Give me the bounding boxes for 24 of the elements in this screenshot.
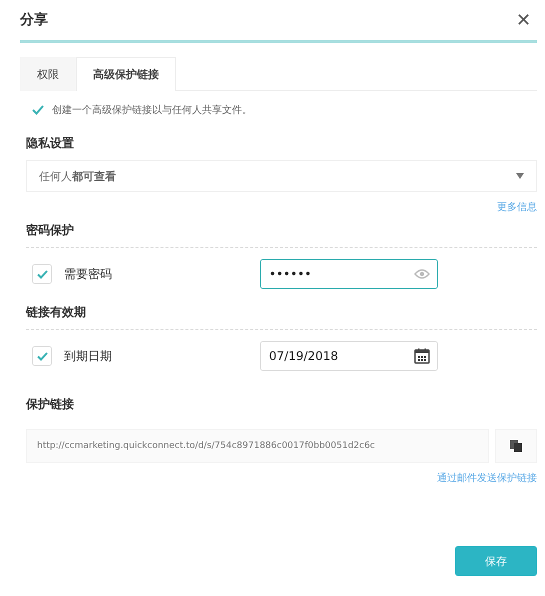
copy-icon	[509, 439, 523, 453]
check-icon	[36, 352, 48, 360]
section-heading: 隐私设置	[26, 135, 75, 152]
close-button[interactable]: ✕	[510, 9, 537, 31]
password-field[interactable]: ••••••	[260, 259, 438, 289]
dialog-title: 分享	[20, 11, 48, 29]
checkbox[interactable]	[32, 346, 52, 366]
checkbox-label: 需要密码	[64, 266, 113, 282]
section-heading: 密码保护	[26, 222, 537, 248]
calendar-icon[interactable]	[414, 348, 430, 364]
section-heading: 保护链接	[26, 396, 75, 413]
notice-text: 创建一个高级保护链接以与任何人共享文件。	[52, 104, 252, 117]
tab[interactable]: 权限	[20, 57, 76, 91]
eye-icon[interactable]	[414, 269, 430, 279]
check-icon	[36, 270, 48, 278]
date-field[interactable]: 07/19/2018	[260, 341, 438, 371]
tab[interactable]: 高级保护链接	[76, 57, 176, 91]
privacy-select[interactable]: 任何人都可查看	[26, 160, 537, 192]
caret-icon	[516, 173, 524, 179]
checkbox[interactable]	[32, 264, 52, 284]
copy-button[interactable]	[495, 429, 537, 463]
checkbox-label: 到期日期	[64, 348, 113, 364]
section-heading: 链接有效期	[26, 304, 537, 330]
url-field[interactable]: http://ccmarketing.quickconnect.to/d/s/754c8971886c0017f0bb0051d2c6c	[26, 429, 489, 463]
